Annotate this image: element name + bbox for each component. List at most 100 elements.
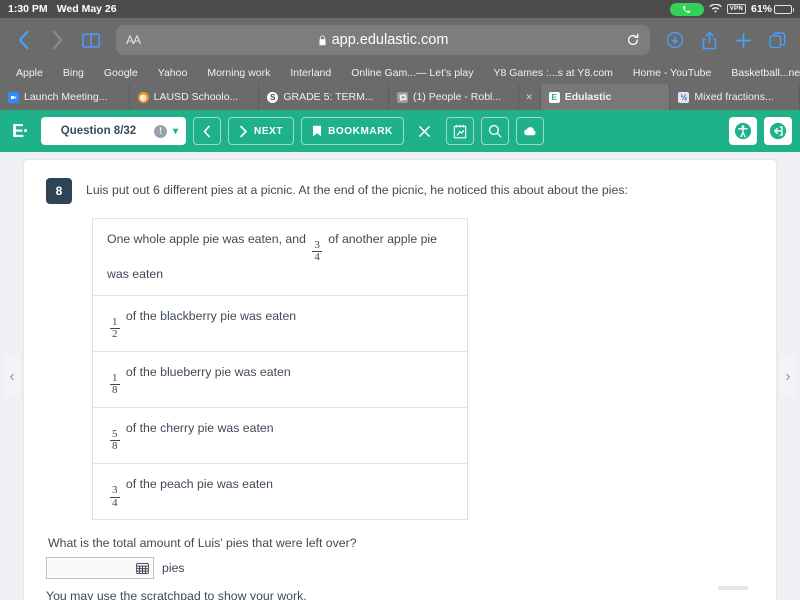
fraction: 5 8	[110, 429, 120, 453]
bookmark-flag-icon	[312, 125, 322, 137]
bookmark-item[interactable]: Online Gam...— Let's play	[341, 67, 483, 79]
row-text-post: of the blackberry pie was eaten	[126, 309, 296, 323]
browser-tab[interactable]: ◍ LAUSD Schoolo...	[130, 84, 260, 110]
table-row: 3 4 of the peach pie was eaten	[93, 464, 467, 520]
tab-close-button[interactable]: ✕	[519, 84, 541, 110]
question-prompt: Luis put out 6 different pies at a picni…	[86, 178, 628, 200]
bookmark-item[interactable]: Google	[94, 67, 148, 79]
edulastic-logo: E·	[8, 121, 34, 142]
tab-label: LAUSD Schoolo...	[154, 91, 239, 103]
fraction-numerator: 1	[110, 317, 120, 329]
bookmark-item[interactable]: Interland	[280, 67, 341, 79]
bookmarks-bar: Apple Bing Google Yahoo Morning work Int…	[0, 62, 800, 84]
save-button[interactable]	[516, 117, 544, 145]
exit-button[interactable]	[764, 117, 792, 145]
browser-toolbar: AA app.edulastic.com	[0, 18, 800, 62]
next-question-button[interactable]: NEXT	[228, 117, 294, 145]
status-left: 1:30 PM Wed May 26	[8, 3, 117, 15]
bookmark-item[interactable]: Bing	[53, 67, 94, 79]
browser-tab-active[interactable]: E Edulastic	[541, 84, 671, 110]
status-right: VPN 61%	[670, 3, 792, 16]
fraction: 1 2	[110, 317, 120, 341]
chevron-down-icon[interactable]: ▾	[173, 126, 178, 137]
wifi-icon	[709, 4, 722, 14]
tab-label: Launch Meeting...	[24, 91, 107, 103]
row-text-pre: One whole apple pie was eaten, and	[107, 232, 306, 246]
app-toolbar: E· Question 8/32 ! ▾ NEXT BOOKMARK	[0, 110, 800, 152]
table-row: 1 8 of the blueberry pie was eaten	[93, 352, 467, 408]
bookmark-label: BOOKMARK	[328, 126, 393, 137]
cloud-save-icon	[522, 126, 537, 137]
accessibility-icon	[734, 122, 752, 140]
bookmark-item[interactable]: Apple	[6, 67, 53, 79]
browser-tab[interactable]: ½ Mixed fractions...	[670, 84, 800, 110]
bookmark-item[interactable]: Home - YouTube	[623, 67, 721, 79]
scrollbar-thumb[interactable]	[718, 586, 748, 590]
row-text-post: of the peach pie was eaten	[126, 477, 273, 491]
accessibility-button[interactable]	[729, 117, 757, 145]
seesaw-icon: S	[267, 92, 278, 103]
row-text-post: of the blueberry pie was eaten	[126, 365, 291, 379]
next-label: NEXT	[254, 126, 283, 137]
tab-label: (1) People - Robl...	[413, 91, 501, 103]
browser-tab[interactable]: (1) People - Robl...	[389, 84, 519, 110]
fraction-denominator: 4	[110, 497, 120, 510]
browser-tab[interactable]: S GRADE 5: TERM...	[259, 84, 389, 110]
phone-call-icon	[670, 3, 704, 16]
edulastic-app: E· Question 8/32 ! ▾ NEXT BOOKMARK	[0, 110, 800, 600]
fraction-denominator: 8	[110, 440, 120, 453]
math-keypad-icon[interactable]	[136, 563, 149, 574]
plus-icon[interactable]	[730, 25, 756, 55]
bookmark-item[interactable]: Yahoo	[148, 67, 198, 79]
facts-table: One whole apple pie was eaten, and 3 4 o…	[92, 218, 468, 520]
book-icon[interactable]	[78, 25, 104, 55]
browser-tab[interactable]: Launch Meeting...	[0, 84, 130, 110]
roblox-icon	[397, 92, 408, 103]
clock: 1:30 PM	[8, 3, 48, 15]
scratchpad-button[interactable]	[446, 117, 474, 145]
fraction: 3 4	[312, 240, 322, 264]
address-bar[interactable]: AA app.edulastic.com	[116, 25, 650, 55]
magnifier-icon	[488, 124, 502, 138]
table-row: One whole apple pie was eaten, and 3 4 o…	[93, 219, 467, 296]
bookmark-item[interactable]: Morning work	[197, 67, 280, 79]
scratchpad-hint: You may use the scratchpad to show your …	[46, 589, 754, 600]
exit-icon	[769, 122, 787, 140]
prev-page-arrow[interactable]: ‹	[4, 356, 20, 396]
zoom-icon	[8, 92, 19, 103]
zoom-button[interactable]	[481, 117, 509, 145]
share-icon[interactable]	[696, 25, 722, 55]
mixed-fractions-icon: ½	[678, 92, 689, 103]
previous-question-button[interactable]	[193, 117, 221, 145]
url-text: app.edulastic.com	[332, 32, 449, 48]
bookmark-button[interactable]: BOOKMARK	[301, 117, 404, 145]
next-page-arrow[interactable]: ›	[780, 356, 796, 396]
question-number-badge: 8	[46, 178, 72, 204]
bookmark-item[interactable]: Basketball...ne at Y8.com	[721, 67, 800, 79]
question-selector[interactable]: Question 8/32 ! ▾	[41, 117, 186, 145]
reload-icon[interactable]	[626, 33, 640, 47]
lausd-icon: ◍	[138, 92, 149, 103]
tab-label: Mixed fractions...	[694, 91, 773, 103]
fraction-numerator: 5	[110, 429, 120, 441]
forward-icon[interactable]	[44, 25, 70, 55]
tabs-icon[interactable]	[764, 25, 790, 55]
content-stage: ‹ › 8 Luis put out 6 different pies at a…	[0, 152, 800, 600]
question-header: 8 Luis put out 6 different pies at a pic…	[46, 178, 754, 204]
download-icon[interactable]	[662, 25, 688, 55]
answer-input[interactable]	[46, 557, 154, 579]
date: Wed May 26	[57, 3, 117, 15]
scratchpad-icon	[453, 124, 467, 139]
question-selector-label: Question 8/32	[49, 125, 148, 137]
answer-unit-label: pies	[162, 561, 185, 575]
back-icon[interactable]	[10, 25, 36, 55]
info-icon[interactable]: !	[154, 125, 167, 138]
bookmark-item[interactable]: Y8 Games :...s at Y8.com	[483, 67, 622, 79]
fraction-numerator: 3	[312, 240, 322, 252]
close-icon	[418, 125, 431, 138]
close-button[interactable]	[411, 117, 439, 145]
text-size-icon[interactable]: AA	[126, 33, 140, 47]
battery-icon	[774, 5, 792, 14]
answer-row: pies	[46, 557, 754, 579]
edulastic-icon: E	[549, 92, 560, 103]
